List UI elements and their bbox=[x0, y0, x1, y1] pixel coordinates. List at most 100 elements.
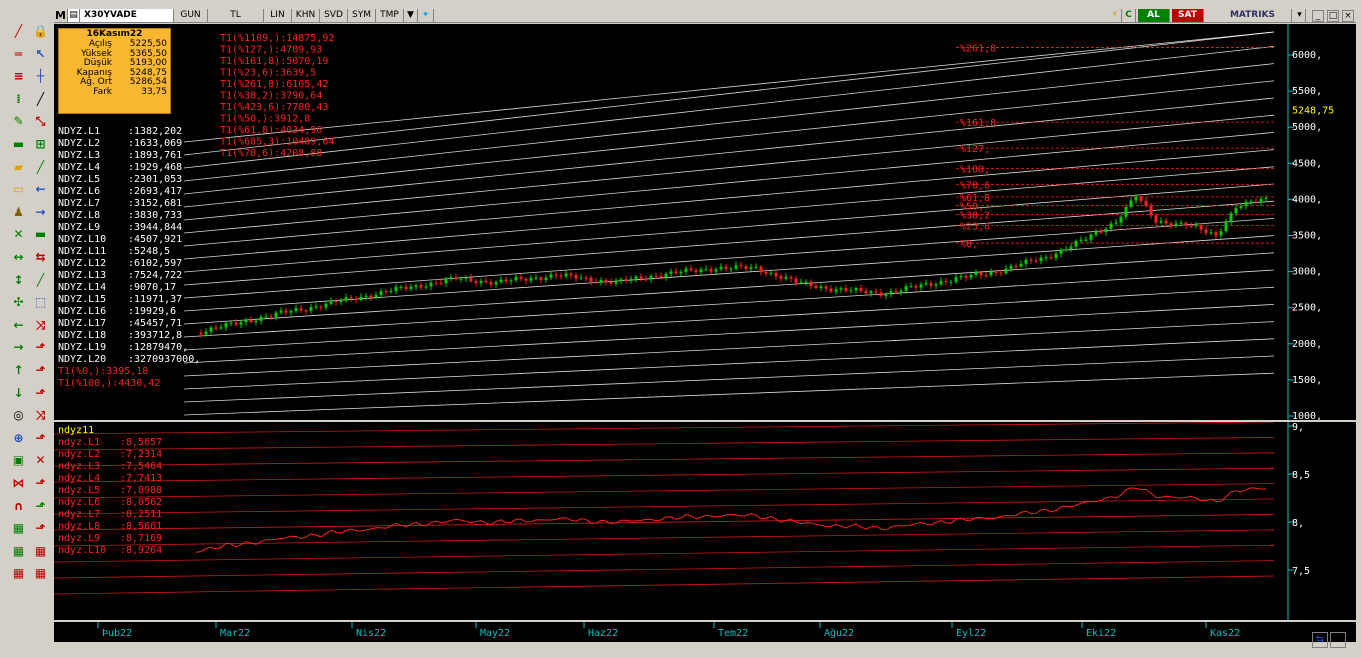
drawing-tool-icon[interactable]: ╱ bbox=[10, 23, 27, 40]
drawing-tool-icon[interactable]: ▦ bbox=[32, 565, 49, 582]
osc-level-line bbox=[53, 467, 1275, 483]
drawing-tool-icon[interactable]: ⤨ bbox=[32, 407, 49, 424]
drawing-tool-icon[interactable]: ← bbox=[32, 181, 49, 198]
scroll-down-icon[interactable]: ▾ bbox=[1330, 632, 1346, 648]
drawing-tool-icon[interactable]: ╱ bbox=[32, 159, 49, 176]
period-button[interactable]: GUN bbox=[174, 9, 208, 22]
drawing-tool-icon[interactable]: ← bbox=[10, 317, 27, 334]
ndyz-line bbox=[183, 46, 1275, 169]
drawing-tool-icon[interactable]: ∩ bbox=[10, 498, 27, 515]
drawing-tool-icon[interactable]: ✕ bbox=[10, 226, 27, 243]
drawing-tool-icon[interactable]: ↖ bbox=[32, 46, 49, 63]
sym-button[interactable]: SYM bbox=[348, 9, 376, 22]
drawing-tool-icon[interactable]: ╱ bbox=[32, 272, 49, 289]
drawing-tool-icon[interactable]: ⬚ bbox=[32, 294, 49, 311]
twitter-icon[interactable]: ✦ bbox=[418, 9, 434, 22]
drawing-tool-icon[interactable]: ↑ bbox=[10, 362, 27, 379]
ndyz-line bbox=[183, 200, 1275, 286]
fib-level-label: %127, bbox=[960, 144, 990, 155]
candle-body bbox=[609, 281, 613, 284]
drawing-tool-icon[interactable]: ⬏ bbox=[32, 498, 49, 515]
drawing-tool-icon[interactable]: ✣ bbox=[10, 294, 27, 311]
candle-body bbox=[1139, 196, 1143, 201]
drawing-tool-icon[interactable]: ⤡ bbox=[32, 113, 49, 130]
drawing-tool-icon[interactable]: ◎ bbox=[10, 407, 27, 424]
drawing-tool-icon[interactable]: ⬏ bbox=[32, 430, 49, 447]
candle-body bbox=[344, 297, 348, 301]
drawing-tool-icon[interactable]: ⋈ bbox=[10, 475, 27, 492]
indicator-chart-svg[interactable]: 9, 8,5 8, 7,5 ndyz11ndyz.L1:8,5657 ndyz.L2:7,… bbox=[53, 421, 1356, 620]
drawing-tool-icon[interactable]: ▦ bbox=[32, 543, 49, 560]
buy-button[interactable]: AL bbox=[1138, 9, 1170, 22]
dropdown-icon[interactable]: ▾ bbox=[1294, 9, 1306, 22]
candle-body bbox=[984, 275, 988, 277]
price-axis-label: 1500, bbox=[1292, 375, 1322, 386]
indicator-chart[interactable]: 9, 8,5 8, 7,5 ndyz11 ndyz.L1:8,5657 ndyz.L2:7,… bbox=[53, 421, 1356, 620]
ndyz-label-value: :12879470, bbox=[128, 342, 188, 353]
candle-body bbox=[899, 290, 903, 293]
drawing-tool-icon[interactable]: ┼ bbox=[32, 68, 49, 85]
candle-body bbox=[749, 267, 753, 269]
drawing-tool-icon[interactable]: ▬ bbox=[32, 226, 49, 243]
currency-button[interactable]: TL bbox=[208, 9, 264, 22]
price-chart[interactable]: 6000, 5500, 5000, 4500, 4000, 3500, 3000, 2500,… bbox=[54, 24, 1356, 422]
fib-info-label: T1(%423,6):7780,43 bbox=[220, 102, 328, 113]
drawing-tool-icon[interactable]: ↔ bbox=[10, 249, 27, 266]
m-button[interactable]: M bbox=[54, 9, 68, 22]
drawing-tool-icon[interactable]: ↓ bbox=[10, 385, 27, 402]
fib-info-label: T1(%23,6):3639,5 bbox=[220, 68, 316, 79]
tmp-button[interactable]: TMP bbox=[376, 9, 404, 22]
drawing-tool-icon[interactable]: ⬏ bbox=[32, 475, 49, 492]
drawing-tool-icon[interactable]: ▦ bbox=[10, 543, 27, 560]
drawing-tool-icon[interactable]: ▬ bbox=[10, 136, 27, 153]
candle-body bbox=[664, 273, 668, 278]
chart-type-icon[interactable]: ▤ bbox=[68, 9, 80, 22]
drawing-tool-icon[interactable]: ♟ bbox=[10, 204, 27, 221]
lin-button[interactable]: LIN bbox=[264, 9, 292, 22]
drawing-tool-icon[interactable]: ⬏ bbox=[32, 385, 49, 402]
drawing-tool-icon[interactable]: ⇆ bbox=[32, 249, 49, 266]
ndyz-label-value: :1893,761 bbox=[128, 150, 182, 161]
drawing-tool-icon[interactable]: ✕ bbox=[32, 452, 49, 469]
drawing-tool-icon[interactable]: ⬏ bbox=[32, 339, 49, 356]
drawing-tool-icon[interactable]: ≡ bbox=[10, 68, 27, 85]
date-axis-label: Þub22 bbox=[102, 628, 132, 639]
svd-button[interactable]: SVD bbox=[320, 9, 348, 22]
drawing-tool-icon[interactable]: ═ bbox=[10, 46, 27, 63]
drawing-tool-icon[interactable]: ▣ bbox=[10, 452, 27, 469]
drawing-tool-icon[interactable]: ▰ bbox=[10, 159, 27, 176]
close-icon[interactable]: × bbox=[1342, 10, 1354, 22]
drawing-tool-icon[interactable]: ⊕ bbox=[10, 430, 27, 447]
candle-body bbox=[719, 266, 723, 270]
maximize-icon[interactable]: □ bbox=[1327, 10, 1339, 22]
drawing-tool-icon[interactable]: ✎ bbox=[10, 113, 27, 130]
drawing-tool-icon[interactable]: ⁞ bbox=[10, 91, 27, 108]
ndyz-label-name: NDYZ.L9 bbox=[58, 222, 100, 233]
drawing-tool-icon[interactable]: ▦ bbox=[10, 565, 27, 582]
candle-body bbox=[754, 266, 758, 268]
khn-button[interactable]: KHN bbox=[292, 9, 320, 22]
drawing-tool-icon[interactable]: ╱ bbox=[32, 91, 49, 108]
candle-body bbox=[804, 281, 808, 283]
drawing-tool-icon[interactable]: → bbox=[10, 339, 27, 356]
refresh-icon[interactable]: C bbox=[1122, 9, 1136, 22]
drawing-tool-icon[interactable]: 🔒 bbox=[32, 23, 49, 40]
sell-button[interactable]: SAT bbox=[1172, 9, 1204, 22]
drawing-tool-icon[interactable]: → bbox=[32, 204, 49, 221]
drawing-tool-icon[interactable]: ↕ bbox=[10, 272, 27, 289]
price-chart-svg[interactable]: 6000, 5500, 5000, 4500, 4000, 3500, 3000, 2500,… bbox=[54, 24, 1356, 422]
minimize-icon[interactable]: _ bbox=[1312, 10, 1324, 22]
drawing-tool-icon[interactable]: ⊞ bbox=[32, 136, 49, 153]
candle-body bbox=[224, 323, 228, 328]
drawing-tool-icon[interactable]: ⤨ bbox=[32, 317, 49, 334]
symbol-field[interactable]: X30YVADE bbox=[80, 9, 174, 22]
drawing-tool-icon[interactable]: ⬏ bbox=[32, 520, 49, 537]
drawing-tool-icon[interactable]: ▭ bbox=[10, 181, 27, 198]
ndyz-label-name: NDYZ.L20 bbox=[58, 354, 106, 365]
drawing-tool-icon[interactable]: ▦ bbox=[10, 520, 27, 537]
drawing-tool-icon[interactable]: ⬏ bbox=[32, 362, 49, 379]
dropdown-icon[interactable]: ▼ bbox=[404, 9, 418, 22]
lightning-icon[interactable]: ⚡ bbox=[1108, 9, 1122, 22]
fib-info-label: T1(%78,6):4208,88 bbox=[220, 148, 322, 159]
sync-icon[interactable]: ⇆ bbox=[1312, 632, 1328, 648]
